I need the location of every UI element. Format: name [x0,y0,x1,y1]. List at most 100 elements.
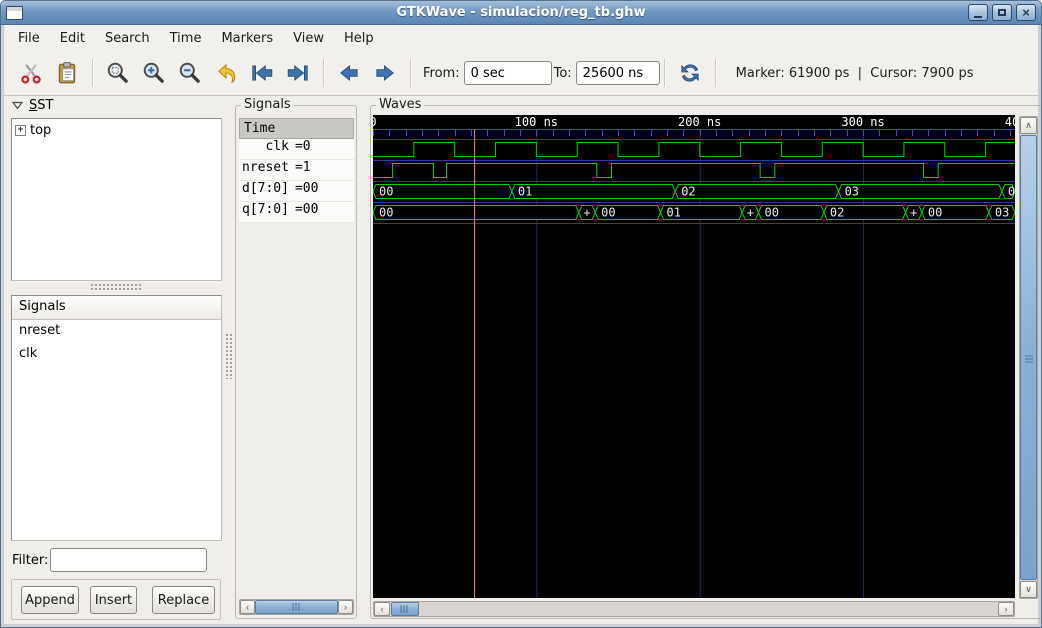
scissors-icon [21,64,41,84]
skip-start-icon [252,64,273,82]
pane-splitter-vertical[interactable] [225,333,232,379]
append-button[interactable]: Append [21,586,79,614]
signal-buttons-frame: Append Insert Replace [11,579,221,620]
arrow-right-icon [376,64,394,82]
toolbar-separator [323,59,325,87]
scroll-left-button[interactable]: ‹ [240,600,255,614]
scroll-down-button[interactable]: ∨ [1020,581,1037,598]
filter-input[interactable] [50,548,207,572]
scrollbar-thumb[interactable] [391,602,419,616]
menu-file[interactable]: File [8,27,50,50]
zoom-fit-icon [107,62,128,83]
scroll-right-button[interactable]: › [998,602,1014,616]
maximize-icon [998,9,1006,16]
expand-plus-icon[interactable]: + [15,125,26,136]
from-input[interactable] [463,61,552,85]
svg-text:+: + [747,206,754,220]
signal-browser: Signals nreset clk [11,295,222,541]
menu-view[interactable]: View [283,27,334,50]
signals-frame-label: Signals [241,97,294,112]
toolbar-separator [410,59,412,87]
svg-text:400 ns: 400 ns [1005,115,1015,129]
svg-text:02: 02 [681,185,695,199]
waves-frame-label: Waves [376,97,425,112]
zoom-out-icon [179,62,200,83]
signal-row-nreset[interactable]: nreset =1 [239,160,354,181]
main-area: SST + top Signals nreset clk Filter: App… [4,96,1041,620]
triangle-down-icon [12,101,23,110]
shift-left-button[interactable] [334,58,364,88]
sst-expander[interactable]: SST [12,98,53,113]
signal-list-item-nreset[interactable]: nreset [12,320,221,343]
svg-text:00: 00 [765,206,779,220]
svg-text:01: 01 [667,206,681,220]
tree-item-top[interactable]: + top [12,119,221,138]
zoom-out-button[interactable] [175,58,205,88]
scrollbar-thumb[interactable] [255,600,338,614]
scroll-left-button[interactable]: ‹ [374,602,390,616]
svg-text:0: 0 [373,115,377,129]
waves-hscrollbar[interactable]: ‹ › [373,601,1015,617]
toolbar-separator [663,59,666,87]
svg-text:00: 00 [928,206,942,220]
menu-help[interactable]: Help [334,27,384,50]
insert-button[interactable]: Insert [90,586,137,614]
zoom-in-icon [143,62,164,83]
svg-text:00: 00 [601,206,615,220]
signal-list-item-clk[interactable]: clk [12,343,221,366]
menu-time[interactable]: Time [160,27,212,50]
svg-text:02: 02 [830,206,844,220]
toolbar-separator [714,59,717,87]
svg-text:00: 00 [379,206,393,220]
svg-text:+: + [910,206,917,220]
scroll-up-button[interactable]: ∧ [1020,117,1037,134]
sst-tree: + top [11,118,222,281]
signal-row-clk[interactable]: clk =0 [239,139,354,160]
cut-button[interactable] [16,58,46,88]
gtkwave-window: GTKWave - simulacion/reg_tb.ghw × File E… [0,0,1042,628]
waves-panel: Waves 0100 ns200 ns300 ns400 ns000102030… [370,97,1041,619]
svg-text:+: + [583,206,590,220]
reload-button[interactable] [675,58,705,88]
skip-to-end-button[interactable] [283,58,313,88]
minimize-button[interactable] [968,4,988,21]
svg-text:04: 04 [1008,185,1015,199]
waves-vscrollbar[interactable]: ∧ ∨ [1019,116,1038,599]
zoom-fit-button[interactable] [103,58,133,88]
clipboard-icon [58,62,76,84]
close-button[interactable]: × [1016,4,1036,21]
scrollbar-thumb[interactable] [1020,135,1037,580]
replace-button[interactable]: Replace [152,586,215,614]
signal-row-d[interactable]: d[7:0] =00 [239,181,354,202]
menu-search[interactable]: Search [95,27,160,50]
paste-button[interactable] [52,58,82,88]
skip-end-icon [287,64,308,82]
to-input[interactable] [575,61,660,85]
skip-to-start-button[interactable] [247,58,277,88]
minimize-icon [974,15,982,18]
signal-browser-header: Signals [12,296,221,320]
time-header[interactable]: Time [239,118,354,139]
window-title: GTKWave - simulacion/reg_tb.ghw [396,5,646,20]
sst-label: SST [29,98,54,113]
title-bar: GTKWave - simulacion/reg_tb.ghw × [1,1,1041,25]
zoom-in-button[interactable] [139,58,169,88]
undo-icon [218,63,236,84]
shift-right-button[interactable] [370,58,400,88]
menu-markers[interactable]: Markers [211,27,283,50]
signals-hscrollbar[interactable]: ‹ › [239,599,354,615]
scroll-right-button[interactable]: › [338,600,353,614]
svg-text:03: 03 [845,185,859,199]
undo-button[interactable] [211,58,241,88]
svg-text:300 ns: 300 ns [841,115,884,129]
svg-text:01: 01 [518,185,532,199]
pane-splitter-horizontal[interactable] [90,283,142,290]
menu-edit[interactable]: Edit [50,27,95,50]
signal-row-q[interactable]: q[7:0] =00 [239,202,354,223]
close-icon: × [1022,5,1030,20]
maximize-button[interactable] [992,4,1012,21]
reload-icon [681,64,699,82]
menu-bar: File Edit Search Time Markers View Help [4,25,1038,51]
wave-canvas[interactable]: 0100 ns200 ns300 ns400 ns000102030400+00… [373,115,1015,598]
svg-text:200 ns: 200 ns [678,115,721,129]
